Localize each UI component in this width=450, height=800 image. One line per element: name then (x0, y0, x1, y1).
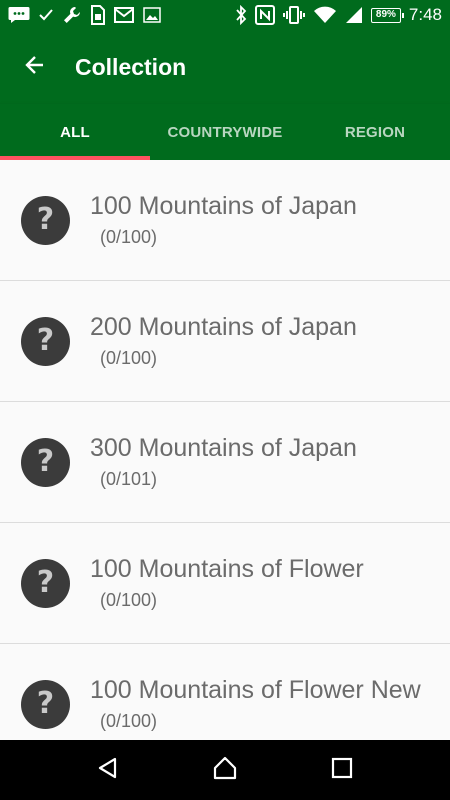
list-item[interactable]: ? 200 Mountains of Japan (0/100) (0, 281, 450, 402)
check-icon (39, 9, 53, 21)
collection-list[interactable]: ? 100 Mountains of Japan (0/100) ? 200 M… (0, 160, 450, 740)
clock: 7:48 (408, 5, 442, 24)
bluetooth-icon (235, 5, 247, 25)
question-badge-icon: ? (21, 437, 70, 487)
item-title: 100 Mountains of Flower (90, 555, 364, 583)
item-title: 200 Mountains of Japan (90, 313, 357, 341)
nav-recents-button[interactable] (322, 750, 362, 790)
battery-icon: 89% (370, 7, 404, 23)
signal-icon (345, 6, 363, 24)
question-badge-icon: ? (21, 195, 70, 245)
question-badge-icon: ? (21, 558, 70, 608)
wifi-icon (313, 6, 337, 24)
list-item[interactable]: ? 100 Mountains of Flower New (0/100) (0, 644, 450, 740)
nav-home-button[interactable] (205, 750, 245, 790)
question-badge-icon: ? (21, 679, 70, 729)
list-item[interactable]: ? 100 Mountains of Japan (0/100) (0, 160, 450, 281)
tab-region[interactable]: REGION (300, 104, 450, 160)
item-count: (0/100) (100, 348, 158, 368)
tab-all[interactable]: ALL (0, 104, 150, 160)
nav-back-button[interactable] (88, 750, 128, 790)
vibrate-icon (282, 6, 305, 24)
item-title: 100 Mountains of Japan (90, 192, 357, 220)
back-triangle-icon (96, 756, 120, 785)
list-item[interactable]: ? 100 Mountains of Flower (0/100) (0, 523, 450, 644)
recents-icon (331, 757, 353, 784)
list-item[interactable]: ? 300 Mountains of Japan (0/101) (0, 402, 450, 523)
item-count: (0/100) (100, 227, 158, 247)
item-title: 300 Mountains of Japan (90, 434, 357, 462)
item-count: (0/100) (100, 590, 158, 610)
nfc-icon (254, 5, 275, 25)
image-icon (143, 7, 161, 23)
system-nav-bar (0, 740, 450, 800)
item-count: (0/100) (100, 711, 158, 731)
question-badge-icon: ? (21, 316, 70, 366)
tab-countrywide[interactable]: COUNTRYWIDE (150, 104, 300, 160)
item-count: (0/101) (100, 469, 158, 489)
wrench-icon (62, 5, 82, 25)
tab-bar: ALL COUNTRYWIDE REGION (0, 104, 450, 160)
status-bar: 89% 7:48 (0, 0, 450, 30)
back-button[interactable] (0, 30, 70, 104)
item-title: 100 Mountains of Flower New (90, 676, 421, 704)
sim-icon (91, 5, 105, 25)
gmail-icon (114, 7, 134, 23)
app-bar: Collection (0, 30, 450, 104)
page-title: Collection (75, 53, 187, 80)
home-icon (212, 756, 238, 785)
message-icon (8, 6, 30, 24)
arrow-back-icon (23, 53, 47, 82)
